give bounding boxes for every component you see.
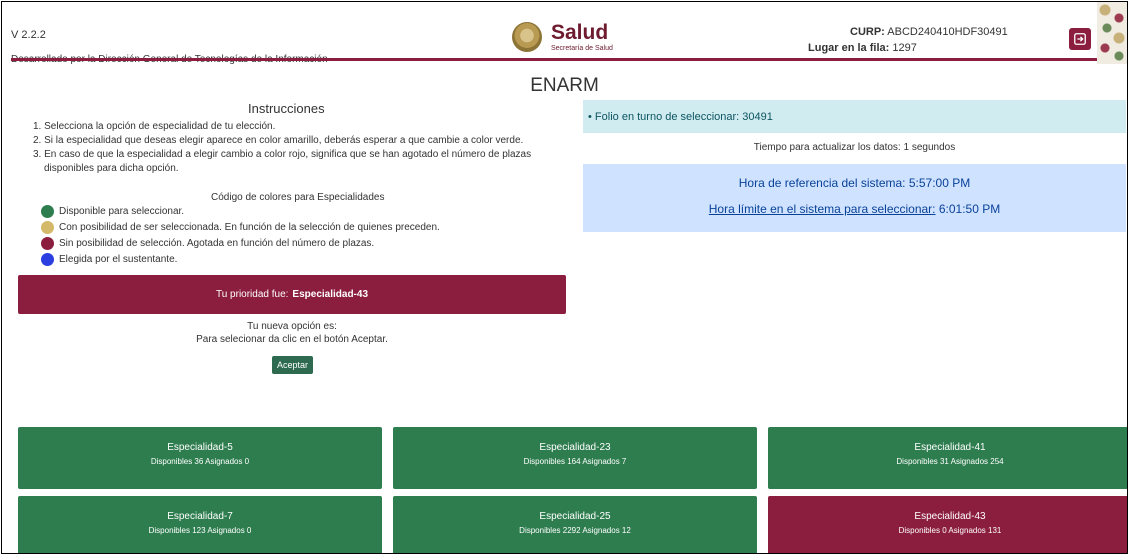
queue-label: Lugar en la fila:: [808, 42, 890, 54]
legend-text: Sin posibilidad de selección. Agotada en…: [59, 237, 375, 249]
bullet-icon: •: [588, 110, 595, 123]
accept-button[interactable]: Aceptar: [272, 356, 313, 374]
curp-label: CURP:: [850, 26, 885, 38]
new-option-hint: Para selecionar da clic en el botón Acep…: [196, 334, 388, 345]
legend-text: Elegida por el sustentante.: [59, 253, 178, 265]
specialty-name: Especialidad-5: [167, 442, 233, 453]
app-frame: V 2.2.2 Desarrollado por la Dirección Ge…: [1, 1, 1128, 554]
folio-alert: • Folio en turno de seleccionar: 30491: [583, 100, 1126, 133]
time-panel: Hora de referencia del sistema: 5:57:00 …: [583, 164, 1126, 232]
specialty-card[interactable]: Especialidad-25 Disponibles 2292 Asignad…: [393, 496, 757, 553]
salud-logo: Salud Secretaría de Salud: [512, 22, 622, 52]
header: V 2.2.2 Desarrollado por la Dirección Ge…: [2, 2, 1127, 65]
queue-value: 1297: [892, 42, 917, 54]
logout-icon: [1074, 33, 1086, 45]
specialty-card[interactable]: Especialidad-7 Disponibles 123 Asignados…: [18, 496, 382, 553]
header-divider: [11, 58, 1106, 61]
new-option-info: Tu nueva opción es: Para selecionar da c…: [18, 320, 566, 346]
reference-time: Hora de referencia del sistema: 5:57:00 …: [738, 176, 971, 190]
specialty-name: Especialidad-23: [539, 442, 611, 453]
folio-text: Folio en turno de seleccionar: 30491: [594, 110, 773, 123]
logout-button[interactable]: [1069, 28, 1091, 50]
instructions-title: Instrucciones: [248, 101, 325, 116]
legend-item-chosen: Elegida por el sustentante.: [41, 251, 440, 267]
national-seal-icon: [512, 22, 542, 52]
specialty-counts: Disponibles 0 Asignados 131: [898, 526, 1002, 535]
logo-word: Salud: [551, 21, 609, 44]
legend-title: Código de colores para Especialidades: [211, 192, 385, 203]
specialty-counts: Disponibles 164 Asignados 7: [523, 457, 627, 466]
specialty-counts: Disponibles 2292 Asignados 12: [519, 526, 631, 535]
specialty-counts: Disponibles 31 Asignados 254: [896, 457, 1004, 466]
legend-item-exhausted: Sin posibilidad de selección. Agotada en…: [41, 235, 440, 251]
refresh-timer: Tiempo para actualizar los datos: 1 segu…: [753, 142, 956, 153]
curp-value: ABCD240410HDF30491: [887, 26, 1008, 38]
legend-text: Con posibilidad de ser seleccionada. En …: [59, 221, 440, 233]
limit-time-value: 6:01:50 PM: [938, 202, 1001, 216]
queue-position: Lugar en la fila: 1297: [808, 42, 917, 54]
specialty-name: Especialidad-43: [914, 511, 986, 522]
priority-label: Tu prioridad fue:: [215, 289, 289, 300]
red-dot-icon: [41, 236, 54, 250]
priority-banner: Tu prioridad fue: Especialidad-43: [18, 275, 566, 314]
specialty-name: Especialidad-25: [539, 511, 611, 522]
specialty-counts: Disponibles 36 Asignados 0: [150, 457, 250, 466]
specialty-card[interactable]: Especialidad-43 Disponibles 0 Asignados …: [768, 496, 1127, 553]
legend-text: Disponible para seleccionar.: [59, 205, 185, 217]
instruction-item: 1. Selecciona la opción de especialidad …: [33, 121, 276, 132]
specialty-name: Especialidad-7: [167, 511, 233, 522]
specialty-counts: Disponibles 123 Asignados 0: [148, 526, 252, 535]
limit-time-label: Hora límite en el sistema para seleccion…: [708, 202, 936, 216]
green-dot-icon: [41, 204, 54, 218]
new-option-title: Tu nueva opción es:: [247, 321, 337, 332]
decorative-pattern: [1097, 2, 1127, 64]
instruction-item: 2. Si la especialidad que deseas elegir …: [33, 135, 524, 146]
logo-subtitle: Secretaría de Salud: [551, 45, 613, 52]
limit-time-row: Hora límite en el sistema para seleccion…: [583, 202, 1126, 216]
legend-item-possible: Con posibilidad de ser seleccionada. En …: [41, 219, 440, 235]
curp-info: CURP: ABCD240410HDF30491: [850, 26, 1008, 38]
instructions-list: 1. Selecciona la opción de especialidad …: [33, 120, 558, 176]
blue-dot-icon: [41, 252, 54, 266]
legend-item-available: Disponible para seleccionar.: [41, 203, 440, 219]
specialty-card[interactable]: Especialidad-5 Disponibles 36 Asignados …: [18, 427, 382, 489]
color-legend: Disponible para seleccionar. Con posibil…: [41, 203, 440, 267]
specialty-name: Especialidad-41: [914, 442, 986, 453]
version-label: V 2.2.2: [11, 29, 46, 41]
instruction-item: 3. En caso de que la especialidad a eleg…: [33, 149, 532, 174]
specialty-card[interactable]: Especialidad-41 Disponibles 31 Asignados…: [768, 427, 1127, 489]
specialty-card[interactable]: Especialidad-23 Disponibles 164 Asignado…: [393, 427, 757, 489]
page-title: ENARM: [530, 75, 599, 96]
priority-value: Especialidad-43: [292, 289, 369, 300]
yellow-dot-icon: [41, 220, 54, 234]
